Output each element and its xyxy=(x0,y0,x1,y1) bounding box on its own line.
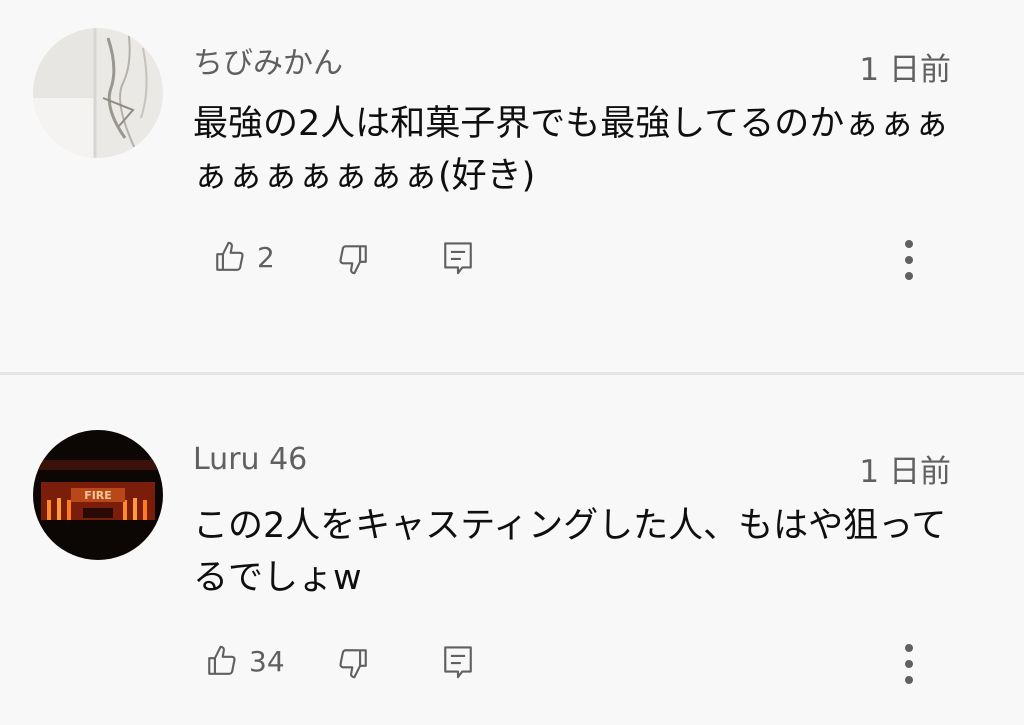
reply-comment-icon xyxy=(444,646,472,679)
reply-button[interactable] xyxy=(441,644,475,682)
svg-text:FIRE: FIRE xyxy=(84,489,112,502)
comment-author[interactable]: ちびみかん xyxy=(193,38,343,82)
comment-divider xyxy=(0,372,1024,375)
comment-text: この2人をキャスティングした人、もはや狙ってるでしょw xyxy=(193,506,947,598)
like-button[interactable]: 2 xyxy=(213,240,275,274)
dislike-button[interactable] xyxy=(336,242,370,276)
more-options-button[interactable] xyxy=(894,640,924,688)
like-count: 34 xyxy=(249,644,285,678)
more-vert-icon xyxy=(905,240,913,280)
like-count: 2 xyxy=(257,240,275,274)
thumbs-up-icon xyxy=(216,241,244,271)
comment-actions: 34 xyxy=(0,634,1024,694)
like-button[interactable]: 34 xyxy=(205,644,285,678)
reply-button[interactable] xyxy=(441,240,475,278)
dislike-button[interactable] xyxy=(336,646,370,680)
thumbs-down-icon xyxy=(339,649,367,679)
author-avatar[interactable] xyxy=(33,28,163,158)
author-avatar[interactable]: FIRE xyxy=(33,430,163,560)
stage-avatar-icon: FIRE xyxy=(33,430,163,560)
thumbs-up-icon xyxy=(208,645,236,675)
comment-item: FIRE Luru 46 1 日前 この2人をキャスティングした人、もはや狙って… xyxy=(0,376,1024,725)
comment-item: ちびみかん 1 日前 最強の2人は和菓子界でも最強してるのかぁぁぁぁぁぁぁぁぁぁ… xyxy=(0,0,1024,372)
marble-avatar-icon xyxy=(33,28,163,158)
comment-text: 最強の2人は和菓子界でも最強してるのかぁぁぁぁぁぁぁぁぁぁ(好き) xyxy=(193,104,950,196)
comment-actions: 2 xyxy=(0,230,1024,290)
comment-time: 1 日前 xyxy=(859,52,951,88)
comment-author[interactable]: Luru 46 xyxy=(193,442,307,477)
thumbs-down-icon xyxy=(339,245,367,275)
more-vert-icon xyxy=(905,644,913,684)
more-options-button[interactable] xyxy=(894,236,924,284)
reply-comment-icon xyxy=(444,242,472,275)
comment-time: 1 日前 xyxy=(859,454,951,490)
